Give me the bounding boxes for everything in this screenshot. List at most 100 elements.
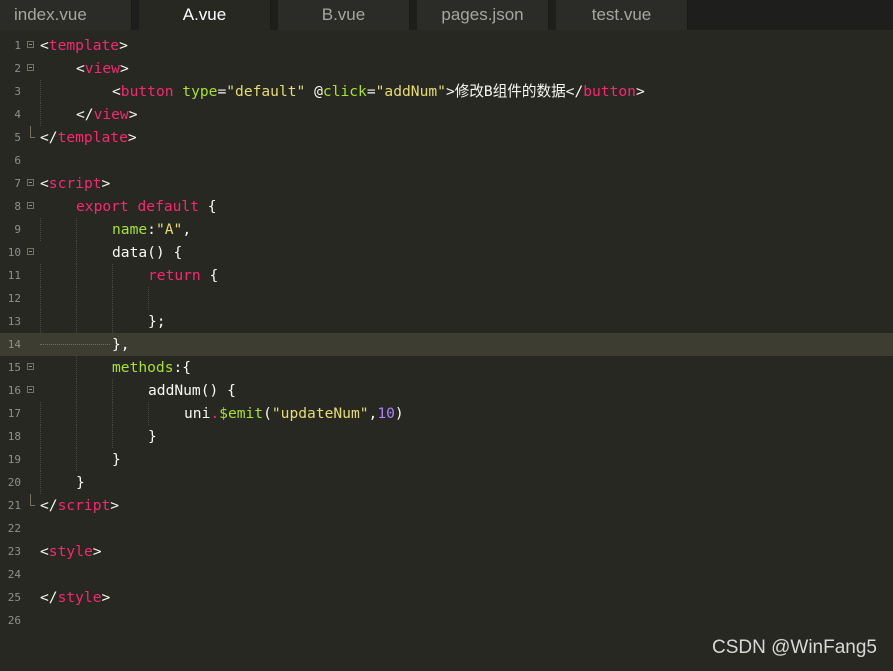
code-area[interactable]: 1 <template> 2 <view> 3 <button type="de… <box>0 34 893 632</box>
line-number: 19 <box>7 453 21 466</box>
indent-guide <box>112 287 114 310</box>
line-number: 18 <box>7 430 21 443</box>
line-number: 13 <box>7 315 21 328</box>
code-line: 11 return { <box>0 264 893 287</box>
indent-guide <box>76 310 78 333</box>
code-text: uni.$emit("updateNum",10) <box>184 405 404 422</box>
code-line: 22 <box>0 517 893 540</box>
tab-index-vue[interactable]: index.vue <box>0 0 132 30</box>
fold-toggle-icon[interactable] <box>27 41 34 48</box>
indent-guide <box>40 402 42 425</box>
indent-guide <box>40 218 42 241</box>
code-text: </style> <box>40 589 111 606</box>
code-line: 6 <box>0 149 893 172</box>
indent-guide <box>76 241 78 264</box>
indent-guide <box>76 425 78 448</box>
code-text: } <box>76 474 85 491</box>
code-text: <view> <box>76 60 129 77</box>
indent-guide <box>40 103 42 126</box>
indent-guide <box>40 448 42 471</box>
line-number: 7 <box>14 177 21 190</box>
code-text: export default { <box>76 198 217 215</box>
code-text: addNum() { <box>148 382 236 399</box>
line-number: 22 <box>7 522 21 535</box>
line-number: 3 <box>14 85 21 98</box>
indent-guide <box>76 218 78 241</box>
line-number: 14 <box>7 338 21 351</box>
code-line: 23 <style> <box>0 540 893 563</box>
code-text: name:"A", <box>112 221 192 238</box>
indent-guide <box>76 287 78 310</box>
indent-guide <box>76 356 78 379</box>
line-number: 8 <box>14 200 21 213</box>
line-number: 16 <box>7 384 21 397</box>
tab-pages-json[interactable]: pages.json <box>417 0 549 30</box>
indent-guide <box>112 310 114 333</box>
code-text: <script> <box>40 175 111 192</box>
code-text: <style> <box>40 543 102 560</box>
watermark: CSDN @WinFang5 <box>712 637 877 658</box>
line-number: 11 <box>7 269 21 282</box>
code-text: <template> <box>40 37 128 54</box>
indent-guide <box>76 379 78 402</box>
code-line: 7 <script> <box>0 172 893 195</box>
code-text: }; <box>148 313 166 330</box>
code-line: 17 uni.$emit("updateNum",10) <box>0 402 893 425</box>
line-number: 4 <box>14 108 21 121</box>
code-line: 12 <box>0 287 893 310</box>
indent-guide <box>112 402 114 425</box>
code-line: 15 methods:{ <box>0 356 893 379</box>
code-text: </view> <box>76 106 138 123</box>
code-editor: index.vue A.vue B.vue pages.json test.vu… <box>0 0 893 671</box>
tab-test-vue[interactable]: test.vue <box>556 0 688 30</box>
code-line: 19 } <box>0 448 893 471</box>
fold-toggle-icon[interactable] <box>27 179 34 186</box>
fold-toggle-icon[interactable] <box>27 248 34 255</box>
line-number: 1 <box>14 39 21 52</box>
tab-a-vue[interactable]: A.vue <box>139 0 271 30</box>
indent-guide <box>112 425 114 448</box>
code-line: 13 }; <box>0 310 893 333</box>
tab-bar: index.vue A.vue B.vue pages.json test.vu… <box>0 0 893 30</box>
line-number: 9 <box>14 223 21 236</box>
indent-guide <box>148 287 150 310</box>
code-line: 4 </view> <box>0 103 893 126</box>
code-text: methods:{ <box>112 359 192 376</box>
line-number: 25 <box>7 591 21 604</box>
code-line: 20 } <box>0 471 893 494</box>
code-text: <button type="default" @click="addNum">修… <box>112 83 645 100</box>
line-number: 15 <box>7 361 21 374</box>
tab-b-vue[interactable]: B.vue <box>278 0 410 30</box>
code-line: 3 <button type="default" @click="addNum"… <box>0 80 893 103</box>
indent-guide <box>40 310 42 333</box>
fold-toggle-icon[interactable] <box>27 363 34 370</box>
fold-end-marker <box>30 126 35 138</box>
code-text: data() { <box>112 244 183 261</box>
indent-guide <box>76 448 78 471</box>
line-number: 20 <box>7 476 21 489</box>
code-line: 1 <template> <box>0 34 893 57</box>
fold-toggle-icon[interactable] <box>27 386 34 393</box>
line-number: 2 <box>14 62 21 75</box>
code-line: 25 </style> <box>0 586 893 609</box>
code-text: } <box>112 451 121 468</box>
line-number: 12 <box>7 292 21 305</box>
line-number: 6 <box>14 154 21 167</box>
indent-guide <box>112 379 114 402</box>
fold-toggle-icon[interactable] <box>27 64 34 71</box>
code-text: } <box>148 428 157 445</box>
line-number: 26 <box>7 614 21 627</box>
line-number: 10 <box>7 246 21 259</box>
indent-guide <box>148 402 150 425</box>
line-number: 23 <box>7 545 21 558</box>
indent-guide <box>76 402 78 425</box>
indent-guide <box>40 425 42 448</box>
code-text: </script> <box>40 497 120 514</box>
code-line: 8 export default { <box>0 195 893 218</box>
line-number: 5 <box>14 131 21 144</box>
indent-guide <box>40 344 110 346</box>
indent-guide <box>40 80 42 103</box>
fold-toggle-icon[interactable] <box>27 202 34 209</box>
indent-guide <box>76 264 78 287</box>
code-line: 16 addNum() { <box>0 379 893 402</box>
